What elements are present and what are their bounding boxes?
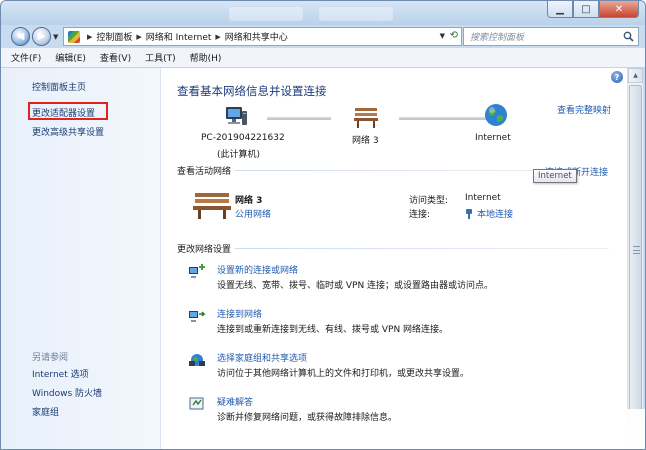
computer-icon[interactable]	[223, 105, 249, 129]
breadcrumb-separator-icon[interactable]: ▶	[136, 33, 141, 41]
network-sharing-center-window: ▁ □ ✕ ◀ ▶ ▼ ▶ 控制面板 ▶ 网络和 Internet ▶ 网络和共…	[0, 0, 646, 450]
sidebar-change-advanced-sharing[interactable]: 更改高级共享设置	[32, 125, 104, 138]
sidebar-windows-firewall[interactable]: Windows 防火墙	[32, 386, 102, 399]
breadcrumb-network-sharing-center[interactable]: 网络和共享中心	[225, 30, 288, 43]
menu-help[interactable]: 帮助(H)	[190, 51, 222, 64]
connect-network-icon	[189, 311, 206, 322]
scrollbar-grip-icon	[633, 246, 640, 254]
forward-arrow-icon: ▶	[37, 31, 46, 42]
sidebar-control-panel-home[interactable]: 控制面板主页	[32, 80, 86, 93]
vertical-scrollbar[interactable]: ▲	[627, 68, 643, 449]
close-button[interactable]: ✕	[599, 1, 639, 18]
back-arrow-icon: ◀	[16, 31, 25, 42]
address-dropdown-icon[interactable]: ▼	[440, 32, 445, 40]
setup-new-connection-desc: 设置无线、宽带、拨号、临时或 VPN 连接；或设置路由器或访问点。	[217, 281, 494, 291]
see-full-map-link[interactable]: 查看完整映射	[557, 103, 611, 116]
access-type-value: Internet	[465, 193, 501, 203]
search-placeholder: 搜索控制面板	[470, 33, 525, 43]
close-icon: ✕	[614, 3, 624, 15]
network-name-label: 网络 3	[352, 136, 379, 146]
breadcrumb-separator-icon[interactable]: ▶	[215, 33, 220, 41]
back-button[interactable]: ◀	[11, 27, 30, 46]
breadcrumb-network-internet[interactable]: 网络和 Internet	[146, 30, 212, 43]
local-connection-link[interactable]: 本地连接	[465, 207, 513, 220]
sidebar-homegroup[interactable]: 家庭组	[32, 405, 59, 418]
new-connection-icon	[189, 264, 205, 278]
breadcrumb-control-panel[interactable]: 控制面板	[96, 30, 132, 43]
troubleshoot-icon	[189, 397, 204, 410]
troubleshoot-desc: 诊断并修复网络问题，或获得故障排除信息。	[217, 413, 398, 423]
see-also-heading: 另请参阅	[32, 353, 69, 363]
bench-network-icon	[193, 193, 231, 219]
menu-bar: 文件(F) 编辑(E) 查看(V) 工具(T) 帮助(H)	[1, 48, 645, 68]
maximize-icon: □	[581, 3, 591, 15]
navigation-bar: ◀ ▶ ▼ ▶ 控制面板 ▶ 网络和 Internet ▶ 网络和共享中心 ▼ …	[1, 25, 645, 48]
help-icon[interactable]: ?	[611, 71, 623, 83]
window-controls: ▁ □ ✕	[547, 1, 639, 18]
scroll-up-button[interactable]: ▲	[628, 68, 643, 83]
minimize-button[interactable]: ▁	[547, 1, 573, 18]
section-divider	[235, 170, 535, 171]
network-adapter-icon	[466, 208, 472, 219]
troubleshoot-link[interactable]: 疑难解答	[217, 395, 253, 408]
main-content: ? 查看基本网络信息并设置连接 查看完整映射 PC-201904221632 (…	[161, 68, 627, 449]
connection-line	[399, 117, 487, 120]
search-icon[interactable]	[623, 31, 634, 42]
breadcrumb-separator-icon[interactable]: ▶	[87, 33, 92, 41]
sidebar: 控制面板主页 更改适配器设置 更改高级共享设置 另请参阅 Internet 选项…	[1, 68, 161, 449]
section-divider	[235, 248, 609, 249]
sidebar-internet-options[interactable]: Internet 选项	[32, 367, 89, 380]
homegroup-sharing-link[interactable]: 选择家庭组和共享选项	[217, 351, 307, 364]
active-network-name: 网络 3	[235, 196, 263, 206]
background-taskbar-item	[319, 7, 393, 21]
forward-button[interactable]: ▶	[32, 27, 51, 46]
change-network-settings-heading: 更改网络设置	[177, 245, 232, 255]
title-bar: ▁ □ ✕	[1, 1, 645, 25]
connect-to-network-link[interactable]: 连接到网络	[217, 307, 262, 320]
homegroup-icon	[189, 354, 205, 366]
internet-label: Internet	[475, 133, 511, 143]
homegroup-sharing-desc: 访问位于其他网络计算机上的文件和打印机，或更改共享设置。	[217, 369, 470, 379]
connection-line	[267, 117, 331, 120]
bench-network-icon[interactable]	[353, 105, 379, 129]
this-computer-label: (此计算机)	[217, 150, 261, 160]
menu-tools[interactable]: 工具(T)	[145, 51, 176, 64]
menu-file[interactable]: 文件(F)	[11, 51, 41, 64]
active-networks-heading: 查看活动网络	[177, 167, 232, 177]
connect-to-network-desc: 连接到或重新连接到无线、有线、拨号或 VPN 网络连接。	[217, 325, 449, 335]
page-title: 查看基本网络信息并设置连接	[177, 84, 327, 98]
sidebar-change-adapter-settings[interactable]: 更改适配器设置	[32, 106, 95, 119]
scrollbar-thumb[interactable]	[629, 85, 642, 425]
watermark-fade	[485, 409, 645, 449]
setup-new-connection-link[interactable]: 设置新的连接或网络	[217, 263, 298, 276]
access-type-label: 访问类型:	[409, 196, 449, 206]
refresh-icon[interactable]: ⟲	[450, 30, 458, 41]
address-bar[interactable]: ▶ 控制面板 ▶ 网络和 Internet ▶ 网络和共享中心 ▼ ⟲	[63, 27, 462, 46]
local-connection-text: 本地连接	[477, 210, 514, 220]
tooltip: Internet	[533, 169, 577, 183]
scroll-up-icon: ▲	[633, 72, 638, 79]
control-panel-icon	[68, 30, 80, 43]
computer-name-label: PC-201904221632	[201, 133, 285, 143]
tooltip-text: Internet	[538, 171, 572, 181]
minimize-icon: ▁	[556, 3, 564, 15]
background-taskbar-item	[229, 7, 303, 21]
internet-globe-icon[interactable]	[483, 102, 509, 128]
connections-label: 连接:	[409, 210, 431, 220]
recent-pages-dropdown[interactable]: ▼	[53, 33, 58, 41]
maximize-button[interactable]: □	[573, 1, 599, 18]
network-type-link[interactable]: 公用网络	[235, 207, 271, 220]
menu-edit[interactable]: 编辑(E)	[55, 51, 86, 64]
search-input[interactable]: 搜索控制面板	[463, 27, 639, 46]
menu-view[interactable]: 查看(V)	[100, 51, 131, 64]
